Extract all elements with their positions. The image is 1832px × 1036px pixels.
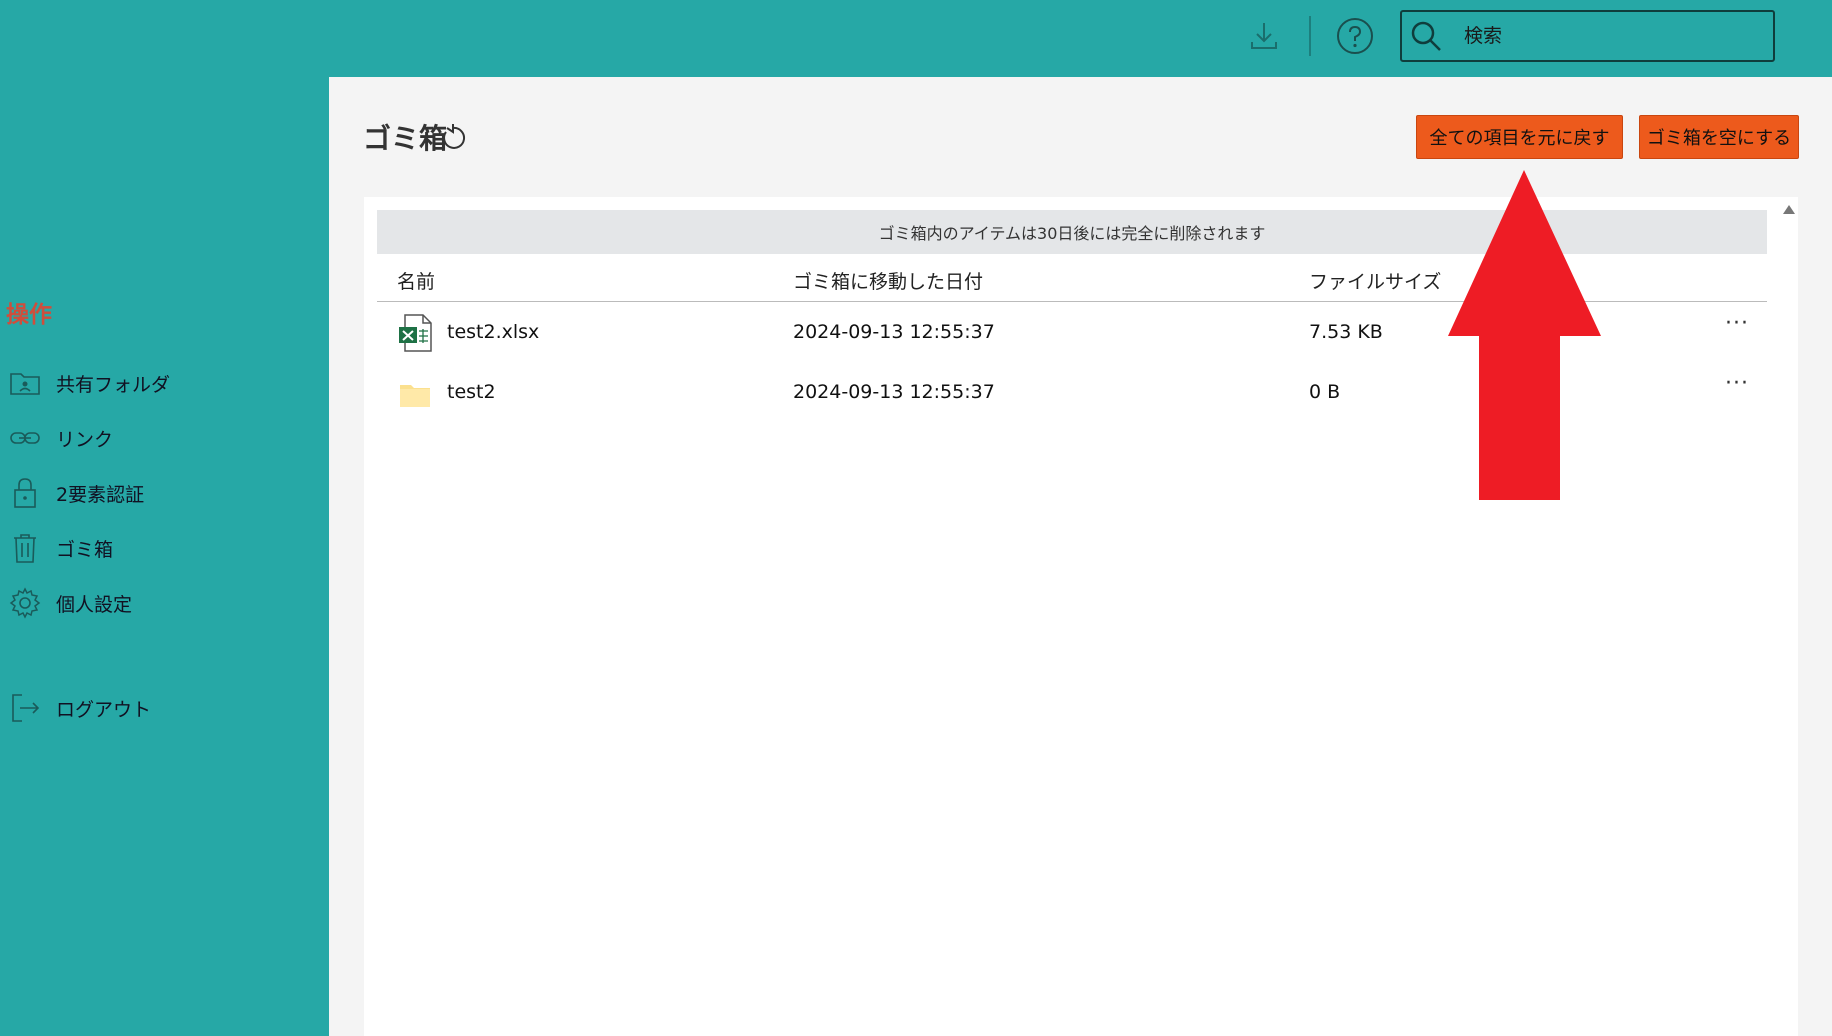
sidebar-item-settings[interactable]: 個人設定 [8, 583, 308, 623]
search-input[interactable] [1464, 20, 1754, 52]
moved-date: 2024-09-13 12:55:37 [793, 381, 995, 403]
shared-folder-icon [10, 373, 40, 395]
top-bar [0, 0, 1832, 77]
trash-icon [14, 534, 36, 563]
scroll-up-arrow[interactable] [1783, 205, 1795, 214]
file-size: 7.53 KB [1309, 321, 1383, 343]
sidebar-item-label: 共有フォルダ [56, 373, 171, 396]
more-options-button[interactable]: ··· [1717, 311, 1757, 341]
file-size: 0 B [1309, 381, 1341, 403]
sidebar-heading: 操作 [6, 302, 52, 328]
excel-file-icon [399, 314, 432, 352]
reload-icon[interactable] [438, 123, 468, 153]
link-icon [10, 432, 40, 444]
search-icon[interactable] [1408, 18, 1446, 56]
file-name[interactable]: test2 [447, 381, 496, 403]
restore-all-button[interactable]: 全ての項目を元に戻す [1416, 115, 1623, 159]
moved-date: 2024-09-13 12:55:37 [793, 321, 995, 343]
sidebar: 操作 共有フォルダ リンク 2要素認証 ゴミ箱 個人設定 ログアウト [0, 77, 329, 1036]
folder-icon [400, 385, 430, 407]
search-box[interactable] [1400, 10, 1775, 62]
toolbar-divider [1309, 16, 1311, 56]
lock-icon [14, 478, 36, 508]
page-title: ゴミ箱 [363, 122, 448, 155]
download-icon[interactable] [1246, 18, 1282, 54]
gear-icon [9, 587, 41, 619]
file-name[interactable]: test2.xlsx [447, 321, 539, 343]
column-header-size[interactable]: ファイルサイズ [1309, 267, 1441, 294]
sidebar-item-link[interactable]: リンク [8, 418, 308, 458]
help-circle-icon[interactable] [1336, 17, 1374, 55]
sidebar-item-2fa[interactable]: 2要素認証 [8, 473, 308, 513]
sidebar-item-label: ゴミ箱 [56, 538, 114, 561]
logout-icon [12, 694, 40, 722]
sidebar-item-label: 2要素認証 [56, 483, 145, 506]
more-options-button[interactable]: ··· [1717, 371, 1757, 401]
sidebar-item-shared-folder[interactable]: 共有フォルダ [8, 363, 308, 403]
sidebar-item-label: リンク [56, 428, 114, 451]
sidebar-item-logout[interactable]: ログアウト [8, 688, 308, 728]
sidebar-item-label: ログアウト [56, 698, 152, 721]
annotation-arrow [1448, 170, 1601, 500]
column-header-date[interactable]: ゴミ箱に移動した日付 [793, 267, 983, 294]
sidebar-item-trash[interactable]: ゴミ箱 [8, 528, 308, 568]
main-content: ゴミ箱 全ての項目を元に戻す ゴミ箱を空にする ゴミ箱内のアイテムは30日後には… [329, 77, 1832, 1036]
column-header-name[interactable]: 名前 [397, 267, 435, 294]
empty-trash-button[interactable]: ゴミ箱を空にする [1639, 115, 1799, 159]
sidebar-item-label: 個人設定 [56, 593, 133, 616]
